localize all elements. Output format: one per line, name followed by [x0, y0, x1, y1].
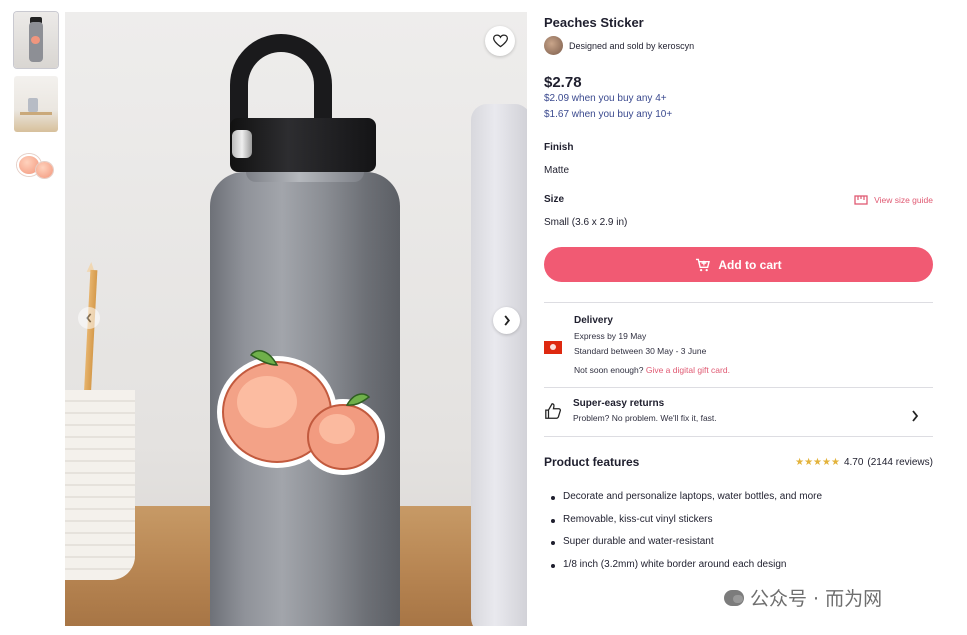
- laptop-edge: [471, 104, 527, 626]
- thumbnail-strip: [14, 12, 58, 204]
- seller-avatar[interactable]: [544, 36, 563, 55]
- price-tier-10: $1.67 when you buy any 10+: [544, 109, 673, 120]
- seller-info[interactable]: Designed and sold by keroscyn: [544, 36, 933, 55]
- delivery-express: Express by 19 May: [574, 331, 647, 341]
- thumbnail-sticker[interactable]: [14, 140, 58, 196]
- thumbnail-room[interactable]: [14, 76, 58, 132]
- product-image: [65, 12, 527, 626]
- returns-subtitle: Problem? No problem. We'll fix it, fast.: [573, 413, 717, 423]
- cap-pin: [232, 130, 252, 158]
- wechat-icon: [724, 589, 744, 606]
- delivery-standard: Standard between 30 May - 3 June: [574, 346, 707, 356]
- gift-card-link[interactable]: Give a digital gift card.: [646, 365, 730, 375]
- chevron-right-icon: [912, 410, 919, 422]
- next-image-button[interactable]: [493, 307, 520, 334]
- peach-sticker: [217, 350, 385, 475]
- feature-item: 1/8 inch (3.2mm) white border around eac…: [551, 554, 933, 577]
- cart-icon: [696, 258, 711, 271]
- rating-value: 4.70: [843, 456, 864, 468]
- gift-card-prefix: Not soon enough?: [574, 365, 646, 375]
- features-title: Product features: [544, 455, 640, 469]
- size-guide-link[interactable]: View size guide: [854, 195, 933, 205]
- returns-row[interactable]: Super-easy returns Problem? No problem. …: [544, 388, 933, 436]
- finish-label: Finish: [544, 142, 574, 153]
- delivery-section: Delivery Express by 19 May Standard betw…: [544, 303, 933, 387]
- chevron-left-icon: [86, 313, 92, 323]
- thumbnail-bottle[interactable]: [14, 12, 58, 68]
- price-tier-4: $2.09 when you buy any 4+: [544, 93, 667, 104]
- rating-summary[interactable]: ★★★★★ 4.70 (2144 reviews): [795, 457, 933, 468]
- hong-kong-flag-icon: [544, 341, 562, 354]
- feature-item: Super durable and water-resistant: [551, 531, 933, 554]
- pencil-cup: [65, 390, 135, 580]
- chevron-right-icon: [503, 315, 510, 326]
- product-title: Peaches Sticker: [544, 15, 644, 30]
- star-rating-icon: ★★★★★: [795, 456, 840, 468]
- thumbnail-image: [28, 98, 38, 112]
- size-label: Size: [544, 194, 565, 205]
- watermark-text: 公众号 · 而为网: [750, 588, 883, 610]
- thumbnail-image: [31, 36, 40, 44]
- size-header: Size View size guide: [544, 194, 933, 205]
- thumbnail-image: [20, 112, 52, 115]
- gift-card-note: Not soon enough? Give a digital gift car…: [574, 365, 730, 375]
- ruler-icon: [854, 194, 868, 205]
- add-to-cart-button[interactable]: Add to cart: [544, 247, 933, 282]
- size-value[interactable]: Small (3.6 x 2.9 in): [544, 217, 933, 228]
- divider: [544, 436, 933, 437]
- delivery-title: Delivery: [574, 315, 613, 326]
- pencil: [83, 269, 98, 401]
- review-count[interactable]: (2144 reviews): [867, 457, 933, 468]
- thumbnail-image: [36, 162, 53, 178]
- size-guide-text[interactable]: View size guide: [874, 195, 933, 205]
- previous-image-button[interactable]: [78, 307, 100, 329]
- features-header: Product features ★★★★★ 4.70 (2144 review…: [544, 455, 933, 469]
- watermark: 公众号 · 而为网: [724, 584, 882, 611]
- feature-item: Removable, kiss-cut vinyl stickers: [551, 509, 933, 532]
- add-to-cart-label[interactable]: Add to cart: [718, 258, 781, 272]
- returns-title: Super-easy returns: [573, 398, 665, 409]
- finish-value[interactable]: Matte: [544, 165, 933, 176]
- heart-icon: [492, 34, 508, 48]
- product-details: Peaches Sticker Designed and sold by ker…: [544, 12, 933, 576]
- seller-text[interactable]: Designed and sold by keroscyn: [569, 41, 694, 51]
- features-list: Decorate and personalize laptops, water …: [544, 486, 933, 576]
- product-price: $2.78: [544, 74, 582, 91]
- feature-item: Decorate and personalize laptops, water …: [551, 486, 933, 509]
- favorite-button[interactable]: [485, 26, 515, 56]
- thumbs-up-icon: [545, 402, 561, 419]
